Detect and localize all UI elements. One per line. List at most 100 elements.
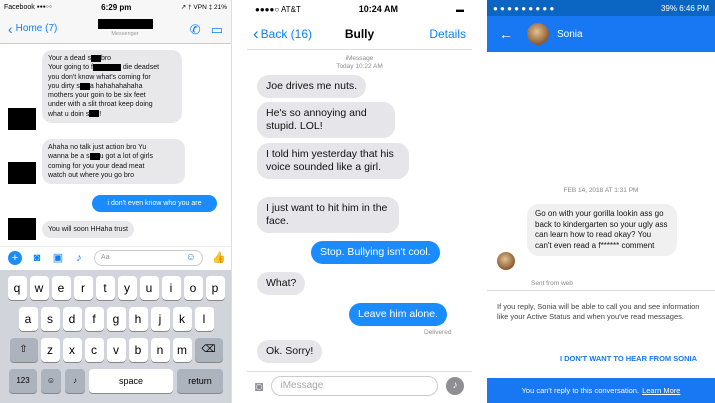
message-input[interactable]: iMessage [271, 375, 438, 396]
backspace-key[interactable]: ⌫ [194, 338, 223, 362]
key-t[interactable]: t [95, 276, 115, 300]
message-bubble-incoming: You will soon HHaha trust [42, 221, 134, 239]
carrier-label: ●●●●○ AT&T [255, 4, 301, 14]
carrier-label: Facebook [4, 3, 35, 11]
message-line: watch out where you go bro [48, 171, 134, 179]
avatar-redacted [8, 162, 36, 184]
key-u[interactable]: u [139, 276, 159, 300]
details-button[interactable]: Details [429, 27, 466, 41]
key-h[interactable]: h [128, 307, 148, 331]
key-c[interactable]: c [84, 338, 104, 362]
key-x[interactable]: x [62, 338, 82, 362]
key-o[interactable]: o [183, 276, 203, 300]
ignore-contact-button[interactable]: I DON'T WANT TO HEAR FROM SONIA [560, 354, 697, 363]
redacted-name [97, 19, 153, 29]
reply-info-text: If you reply, Sonia will be able to call… [497, 302, 700, 321]
message-bubble-incoming: Joe drives me nuts. [257, 75, 367, 98]
subtitle: Messenger [111, 31, 139, 37]
microphone-icon[interactable]: ♪ [73, 252, 85, 264]
learn-more-link[interactable]: Learn More [642, 386, 680, 395]
video-call-icon[interactable]: ▭ [211, 22, 223, 38]
phone-icon[interactable]: ✆ [190, 22, 201, 38]
message-bubble-incoming: He's so annoying and stupid. LOL! [257, 102, 395, 138]
thumbs-up-icon[interactable]: 👍 [212, 251, 226, 264]
message-bubble-incoming: Ok. Sorry! [257, 340, 323, 363]
key-i[interactable]: i [161, 276, 181, 300]
key-a[interactable]: a [18, 307, 38, 331]
back-arrow-icon[interactable]: ← [499, 26, 513, 42]
chevron-left-icon: ‹ [253, 24, 259, 43]
conversation-title[interactable]: Messenger [95, 19, 155, 37]
image-icon[interactable]: ▣ [52, 251, 64, 264]
battery-icon: ▬ [456, 4, 464, 14]
clock: 10:24 AM [358, 4, 398, 14]
plus-icon[interactable]: + [8, 250, 22, 265]
back-button[interactable]: ‹ Back (16) [253, 25, 312, 42]
key-g[interactable]: g [106, 307, 126, 331]
message-input[interactable]: Aa ☺ [94, 249, 203, 266]
space-key[interactable]: space [89, 369, 173, 393]
message-line: mothers your goin to be six feet [48, 92, 146, 100]
key-k[interactable]: k [172, 307, 192, 331]
numbers-key[interactable]: 123 [9, 369, 37, 393]
message-line: Ahaha no talk just action bro Yu [48, 144, 147, 151]
redaction [79, 82, 90, 90]
message-list: Your a dead s bro Your going to f die dea… [0, 44, 231, 246]
dictation-key[interactable]: ♪ [65, 369, 85, 393]
message-bubble-outgoing: Leave him alone. [349, 303, 447, 326]
microphone-icon[interactable]: ♪ [446, 376, 464, 395]
contact-name[interactable]: Sonia [557, 29, 583, 40]
message-line: coming for you your dead meat [48, 162, 145, 170]
back-label: Home (7) [15, 23, 58, 34]
key-r[interactable]: r [73, 276, 93, 300]
message-bubble-outgoing: i don't even know who you are [92, 195, 217, 213]
message-bubble-incoming: Your a dead s bro Your going to f die dea… [42, 50, 182, 124]
cant-reply-text: You can't reply to this conversation. [521, 386, 640, 395]
key-s[interactable]: s [40, 307, 60, 331]
message-bubble-incoming: What? [257, 272, 306, 295]
key-p[interactable]: p [205, 276, 225, 300]
key-b[interactable]: b [128, 338, 148, 362]
key-l[interactable]: l [194, 307, 214, 331]
back-button[interactable]: ‹ Home (7) [8, 22, 57, 36]
redaction [90, 54, 101, 62]
avatar-redacted [8, 218, 36, 240]
status-bar: Facebook ●●●○○ 6:29 pm ↗ † VPN ‡ 21% [0, 0, 231, 14]
message-bubble-outgoing: Stop. Bullying isn't cool. [311, 241, 440, 264]
emoji-icon[interactable]: ☺ [186, 252, 196, 263]
key-d[interactable]: d [62, 307, 82, 331]
key-j[interactable]: j [150, 307, 170, 331]
message-bubble-incoming: I just want to hit him in the face. [257, 197, 399, 233]
nav-bar: ‹ Home (7) Messenger ✆ ▭ [0, 14, 231, 44]
composer-bar: ◙ iMessage ♪ [247, 371, 472, 399]
key-q[interactable]: q [7, 276, 27, 300]
keyboard: qwertyuiop asdfghjkl ⇧ z x c v b n m ⌫ 123 ☺ ♪ … [0, 270, 231, 403]
key-w[interactable]: w [29, 276, 49, 300]
nav-bar: ‹ Back (16) Bully Details [247, 18, 472, 50]
avatar[interactable] [527, 23, 549, 45]
key-v[interactable]: v [106, 338, 126, 362]
shift-key[interactable]: ⇧ [9, 338, 38, 362]
key-z[interactable]: z [40, 338, 60, 362]
camera-icon[interactable]: ◙ [255, 378, 263, 394]
redaction [89, 110, 100, 118]
clock: 6:29 pm [101, 2, 132, 12]
message-line: under with a slit throat keep doing [48, 101, 153, 109]
nav-bar: ← Sonia [487, 16, 715, 52]
emoji-key[interactable]: ☺ [41, 369, 61, 393]
key-m[interactable]: m [172, 338, 192, 362]
cant-reply-banner: You can't reply to this conversation. Le… [487, 378, 715, 403]
imessage-screenshot: ●●●●○ AT&T 10:24 AM ▬ ‹ Back (16) Bully … [247, 0, 472, 403]
avatar [497, 252, 515, 270]
camera-icon[interactable]: ◙ [31, 252, 43, 264]
message-bubble-incoming: I told him yesterday that his voice soun… [257, 143, 409, 179]
return-key[interactable]: return [177, 369, 223, 393]
key-e[interactable]: e [51, 276, 71, 300]
key-f[interactable]: f [84, 307, 104, 331]
avatar-redacted [8, 108, 36, 130]
notification-icons: ● ● ● ● ● ● ● ● ● [493, 3, 555, 13]
delivered-label: Delivered [424, 329, 452, 336]
key-n[interactable]: n [150, 338, 170, 362]
key-y[interactable]: y [117, 276, 137, 300]
messenger-android-screenshot: ● ● ● ● ● ● ● ● ● 39% 6:46 PM ← Sonia FE… [487, 0, 715, 403]
